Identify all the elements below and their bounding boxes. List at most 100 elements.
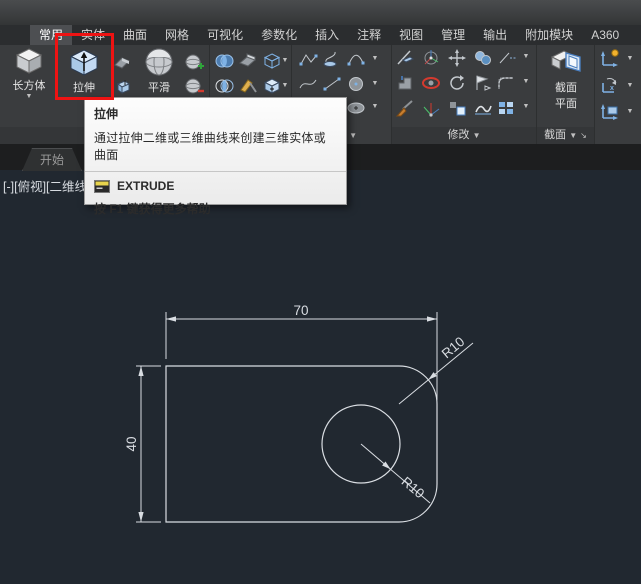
tab-a360[interactable]: A360	[582, 25, 628, 45]
drawing-geometry: 70 40 R10 R10	[0, 170, 641, 584]
move-arrows-icon	[447, 49, 467, 67]
tab-surface[interactable]: 曲面	[114, 25, 156, 45]
helix-button[interactable]	[322, 49, 342, 69]
slice-solid-icon	[395, 49, 415, 67]
ucs-previous-button[interactable]: x	[599, 76, 619, 96]
extrude-faces-icon	[396, 74, 414, 92]
panel-label-section[interactable]: 截面 ▼ ↘	[537, 127, 594, 144]
smooth-object-button[interactable]: 平滑	[137, 47, 181, 95]
tab-insert[interactable]: 插入	[306, 25, 348, 45]
slice-cube-icon	[238, 53, 258, 69]
tooltip-command: EXTRUDE	[117, 179, 174, 193]
panel-label-modify[interactable]: 修改 ▼	[392, 127, 536, 144]
refine-mesh-button[interactable]	[184, 53, 204, 73]
slice-solid-button[interactable]	[395, 48, 415, 68]
polyline-edit-button[interactable]	[473, 98, 493, 118]
panel-section: 截面 平面 截面 ▼ ↘	[537, 45, 595, 144]
circle-icon	[347, 76, 365, 92]
section-plane-button[interactable]: 截面 平面	[541, 47, 591, 111]
arc-button[interactable]	[346, 49, 366, 69]
fillet-dropdown-icon[interactable]: ▼	[521, 78, 531, 85]
ucs-named-button[interactable]	[599, 49, 619, 69]
presspull-surface-button[interactable]	[112, 53, 132, 73]
ellipse-button[interactable]	[346, 98, 366, 118]
ucs-previous-dropdown-icon[interactable]: ▼	[625, 82, 635, 89]
spline-button[interactable]	[298, 74, 318, 94]
interfere-cube-icon	[263, 53, 281, 69]
pedit-icon	[473, 100, 493, 116]
tab-mesh[interactable]: 网格	[156, 25, 198, 45]
box-icon	[14, 47, 44, 75]
arc-icon	[346, 51, 366, 67]
slice-button[interactable]	[238, 51, 258, 71]
fillet-radius-text: R10	[439, 334, 468, 361]
start-tab[interactable]: 开始	[22, 148, 82, 171]
fillet-edge-button[interactable]	[496, 73, 516, 93]
tab-annotate[interactable]: 注释	[348, 25, 390, 45]
rectangular-array-button[interactable]	[447, 98, 467, 118]
presspull-icon	[113, 78, 131, 96]
lower-smoothness-button[interactable]	[184, 77, 204, 97]
tooltip-help-text: 按 F1 键获得更多帮助	[94, 200, 337, 217]
3d-mirror-button[interactable]	[473, 73, 493, 93]
polyline-button[interactable]	[298, 49, 318, 69]
match-properties-button[interactable]	[395, 98, 415, 118]
taper-face-icon	[238, 77, 258, 95]
dim40-arrow-top	[138, 366, 143, 376]
panel-section-expand-icon: ▼	[569, 131, 577, 140]
dim-height-text: 40	[124, 436, 139, 451]
thicken-button[interactable]	[262, 76, 282, 96]
erase-button[interactable]	[496, 48, 516, 68]
extrude-faces-button[interactable]	[395, 73, 415, 93]
panel-modify-expand-icon: ▼	[473, 131, 481, 140]
tab-view[interactable]: 视图	[390, 25, 432, 45]
thicken-dropdown-icon[interactable]: ▼	[280, 82, 290, 89]
ellipse-dropdown-icon[interactable]: ▼	[370, 103, 380, 110]
box-button[interactable]: 长方体 ▼	[4, 47, 54, 101]
plate-outline	[166, 366, 437, 522]
title-bar	[0, 0, 641, 25]
interfere-button[interactable]	[262, 51, 282, 71]
tab-addins[interactable]: 附加模块	[516, 25, 582, 45]
array-dropdown-icon[interactable]: ▼	[521, 103, 531, 110]
rect-array-icon	[448, 100, 466, 116]
3d-scale-gizmo-button[interactable]	[421, 73, 441, 93]
arc-dropdown-icon[interactable]: ▼	[370, 55, 380, 62]
3d-scale-button[interactable]	[421, 98, 441, 118]
rotate-button[interactable]	[447, 73, 467, 93]
dim70-extension-lines	[166, 312, 437, 400]
3d-move-button[interactable]	[447, 48, 467, 68]
circle-dropdown-icon[interactable]: ▼	[370, 80, 380, 87]
dim70-arrow-left	[166, 316, 176, 321]
svg-text:x: x	[610, 85, 614, 92]
tab-parametric[interactable]: 参数化	[252, 25, 306, 45]
taper-face-button[interactable]	[238, 76, 258, 96]
line-button[interactable]	[322, 74, 342, 94]
tooltip-divider	[85, 171, 346, 172]
ucs-named-dropdown-icon[interactable]: ▼	[625, 55, 635, 62]
tab-visualize[interactable]: 可视化	[198, 25, 252, 45]
3d-rotate-gizmo-button[interactable]	[421, 48, 441, 68]
interfere-dropdown-icon[interactable]: ▼	[280, 57, 290, 64]
extrude-tooltip: 拉伸 通过拉伸二维或三维曲线来创建三维实体或曲面 EXTRUDE 按 F1 键获…	[84, 97, 347, 205]
ucs-plane-icon	[599, 102, 619, 122]
intersect-icon	[214, 78, 234, 94]
drawing-canvas[interactable]: [-][俯视][二维线框] 70 40 R10 R10	[0, 170, 641, 584]
presspull-button[interactable]	[112, 77, 132, 97]
union-button[interactable]	[214, 51, 234, 71]
box-label: 长方体	[13, 77, 46, 93]
union-icon	[214, 53, 234, 69]
tab-output[interactable]: 输出	[474, 25, 516, 45]
smooth-sphere-icon	[144, 47, 174, 77]
erase-dropdown-icon[interactable]: ▼	[521, 53, 531, 60]
panel-section-launcher-icon: ↘	[580, 131, 587, 140]
intersect-button[interactable]	[214, 76, 234, 96]
tab-manage[interactable]: 管理	[432, 25, 474, 45]
dim40-arrow-bottom	[138, 512, 143, 522]
3d-align-button[interactable]	[473, 48, 493, 68]
array-button[interactable]	[496, 98, 516, 118]
ucs-icon-display-button[interactable]	[599, 102, 619, 122]
box-dropdown-icon[interactable]: ▼	[26, 93, 33, 101]
circle-button[interactable]	[346, 74, 366, 94]
ucs-display-dropdown-icon[interactable]: ▼	[625, 108, 635, 115]
